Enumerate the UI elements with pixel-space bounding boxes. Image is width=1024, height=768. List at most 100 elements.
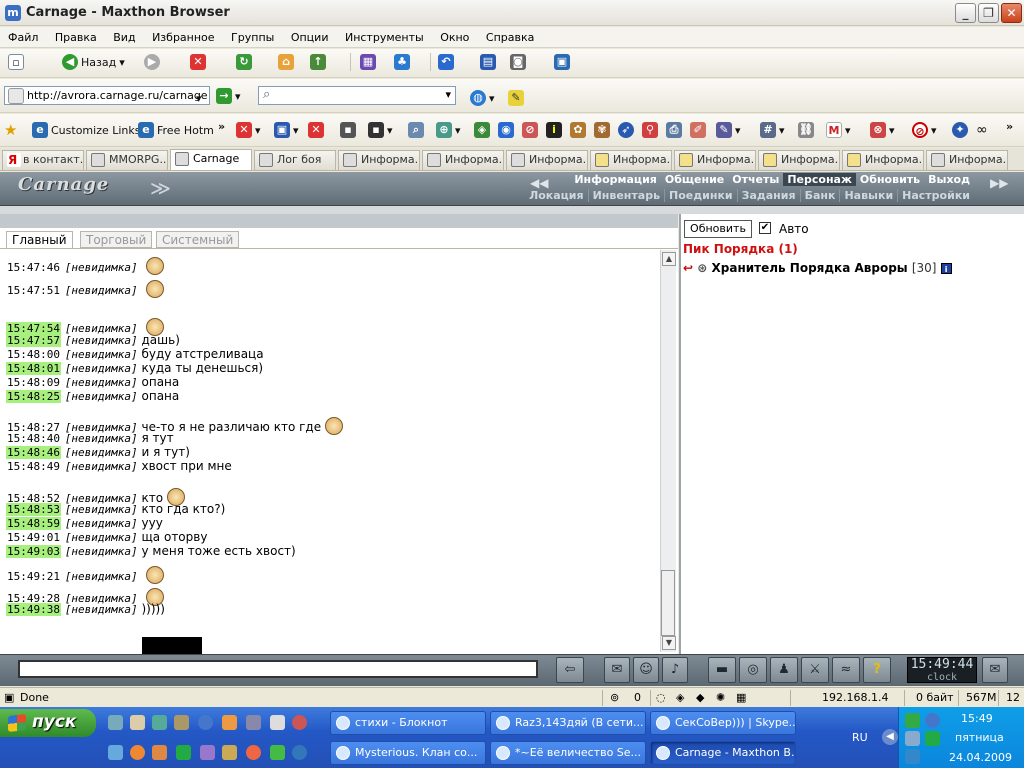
chat-timestamp[interactable]: 15:48:59 <box>6 517 61 530</box>
zoom-button[interactable]: ⊕ ▾ <box>436 120 461 140</box>
menu-window[interactable]: Окно <box>432 27 474 44</box>
quicklaunch-maxthon-icon[interactable] <box>198 715 213 730</box>
nav-skills[interactable]: Навыки <box>839 189 898 202</box>
task-skype-1[interactable]: Raz3,14Здяй (В сети... <box>490 711 646 735</box>
quicklaunch-app-icon[interactable] <box>222 715 237 730</box>
calendar-icon[interactable]: ▦ <box>736 691 746 704</box>
address-input[interactable]: http://avrora.carnage.ru/carnage <box>4 86 210 105</box>
tab-info-6[interactable]: Информа... <box>758 150 840 170</box>
chat-nick[interactable]: [невидимкa] <box>65 348 138 361</box>
smiles-button[interactable]: ☺ <box>633 657 659 683</box>
player-info-icon[interactable]: i <box>940 263 952 274</box>
tab-battle-log[interactable]: Лог боя <box>254 150 336 170</box>
battle-button[interactable]: ⚔ <box>801 657 829 683</box>
menu-options[interactable]: Опции <box>283 27 334 44</box>
player-name[interactable]: Хранитель Порядка Авроры <box>712 261 908 275</box>
menu-favorites[interactable]: Избранное <box>144 27 219 44</box>
back-button[interactable]: ◀ Назад ▾ <box>62 52 125 72</box>
quicklaunch-app-icon[interactable] <box>108 745 123 760</box>
tray-network-icon[interactable] <box>905 731 920 746</box>
gmail-button[interactable]: M ▾ <box>826 120 851 140</box>
plugin-button-10[interactable]: ✐ <box>690 120 706 140</box>
nav-character[interactable]: Персонаж <box>783 173 856 186</box>
nav-settings[interactable]: Настройки <box>897 189 974 202</box>
plugin-button-13[interactable]: ⛓ <box>798 120 814 140</box>
menu-edit[interactable]: Правка <box>47 27 102 44</box>
quicklaunch-app-icon[interactable] <box>174 715 189 730</box>
plugin-button-5[interactable]: ✿ <box>570 120 586 140</box>
highlight-button[interactable]: ✎ <box>508 88 524 108</box>
quicklaunch-app-icon[interactable] <box>176 745 191 760</box>
player-entry[interactable]: ↩ ⊛ Хранитель Порядка Авроры [30] i <box>683 261 952 275</box>
nav-scroll-left-icon[interactable]: ◀◀ <box>530 176 548 190</box>
sun-icon[interactable]: ✺ <box>716 691 725 704</box>
plugin-button-9[interactable]: ⎙ <box>666 120 682 140</box>
tray-app-icon[interactable] <box>905 749 920 764</box>
chat-timestamp[interactable]: 15:48:00 <box>6 348 61 361</box>
tray-time[interactable]: 15:49 <box>961 712 993 725</box>
window-list-button[interactable]: ▣ ▾ <box>274 120 299 140</box>
address-dropdown[interactable]: ▾ <box>196 88 202 108</box>
sidebar-button[interactable]: ▤ <box>480 52 496 72</box>
more-links-button[interactable]: » <box>218 116 225 136</box>
nav-refresh[interactable]: Обновить <box>856 173 924 186</box>
home-button[interactable]: ⌂ <box>278 52 294 72</box>
chat-nick[interactable]: [невидимкa] <box>65 261 138 274</box>
language-indicator[interactable]: RU <box>852 731 868 744</box>
scroll-down-icon[interactable]: ▼ <box>662 636 676 650</box>
money-button[interactable]: ◎ <box>739 657 767 683</box>
quicklaunch-app-icon[interactable] <box>292 745 307 760</box>
quicklaunch-app-icon[interactable] <box>222 745 237 760</box>
chat-timestamp[interactable]: 15:47:46 <box>6 261 61 274</box>
quicklaunch-firefox-icon[interactable] <box>246 745 261 760</box>
task-skype-4[interactable]: *~Её величество Se... <box>490 741 646 765</box>
popup-blocker-icon[interactable]: ⊚ <box>610 691 619 704</box>
more-tools-button[interactable]: » <box>1006 116 1013 136</box>
sound-button[interactable]: ♪ <box>662 657 688 683</box>
tab-vkontakte[interactable]: Яв контакт... <box>2 150 84 170</box>
groups-button[interactable]: ▦ <box>360 52 376 72</box>
quicklaunch-app-icon[interactable] <box>292 715 307 730</box>
up-button[interactable]: ↑ <box>310 52 326 72</box>
quicklaunch-desktop-icon[interactable] <box>108 715 123 730</box>
chat-timestamp[interactable]: 15:49:38 <box>6 603 61 616</box>
tray-icq-icon[interactable] <box>925 731 940 746</box>
private-message-button[interactable]: ✉ <box>604 657 630 683</box>
find-button[interactable]: ⌕ <box>408 120 424 140</box>
plugin-button-2[interactable]: ◉ <box>498 120 514 140</box>
nav-bank[interactable]: Банк <box>799 189 840 202</box>
chat-nick[interactable]: [невидимкa] <box>65 432 138 445</box>
scroll-up-icon[interactable]: ▲ <box>662 252 676 266</box>
search-engine-button[interactable]: ◍ ▾ <box>470 88 495 108</box>
menu-groups[interactable]: Группы <box>223 27 279 44</box>
chat-timestamp[interactable]: 15:49:03 <box>6 545 61 558</box>
refresh-button[interactable]: ↻ <box>236 52 252 72</box>
nav-communication[interactable]: Общение <box>661 173 728 186</box>
tray-app-icon[interactable] <box>925 713 940 728</box>
tab-info-8[interactable]: Информа... <box>926 150 1008 170</box>
chat-nick[interactable]: [невидимкa] <box>65 390 138 403</box>
compass-button[interactable]: ✦ <box>952 120 968 140</box>
chat-timestamp[interactable]: 15:47:57 <box>6 334 61 347</box>
tab-info-5[interactable]: Информа... <box>674 150 756 170</box>
send-button[interactable]: ⇦ <box>556 657 584 683</box>
plugin-button-8[interactable]: ⚲ <box>642 120 658 140</box>
tab-carnage[interactable]: Carnage <box>170 149 252 170</box>
nav-quests[interactable]: Задания <box>736 189 800 202</box>
go-button[interactable]: → ▾ <box>216 86 241 106</box>
save-button[interactable]: ▪ <box>340 120 356 140</box>
minimize-button[interactable]: _ <box>955 3 976 23</box>
inventory-button[interactable]: ▬ <box>708 657 736 683</box>
chat-message-input[interactable] <box>18 660 538 678</box>
stop-button[interactable]: ✕ <box>190 52 206 72</box>
maximize-button[interactable]: ❐ <box>978 3 999 23</box>
chat-timestamp[interactable]: 15:48:40 <box>6 432 61 445</box>
menu-file[interactable]: Файл <box>0 27 43 44</box>
plugin-button-3[interactable]: ⊘ <box>522 120 538 140</box>
chat-nick[interactable]: [невидимкa] <box>65 376 138 389</box>
chat-timestamp[interactable]: 15:48:09 <box>6 376 61 389</box>
save-as-button[interactable]: ▪ ▾ <box>368 120 393 140</box>
tab-info-1[interactable]: Информа... <box>338 150 420 170</box>
glasses-button[interactable]: ∞ <box>976 120 988 140</box>
chat-nick[interactable]: [невидимкa] <box>65 284 138 297</box>
